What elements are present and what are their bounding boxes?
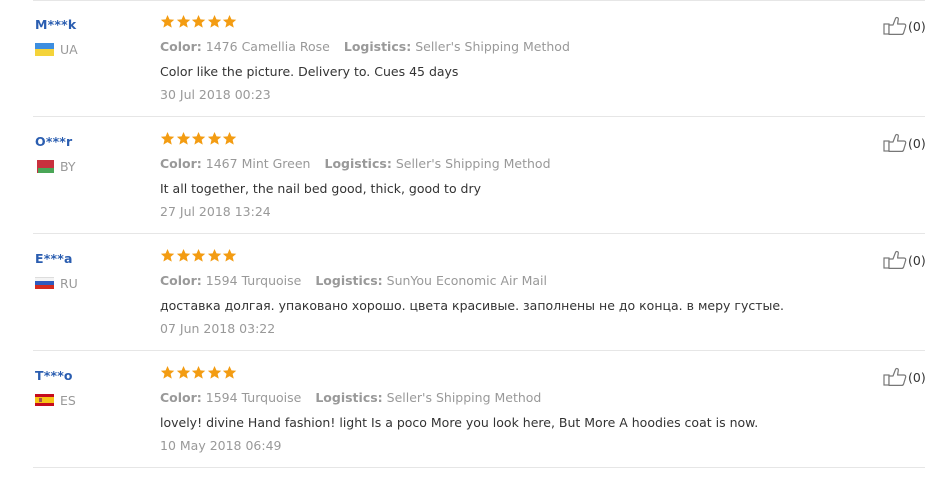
star-icon xyxy=(207,365,222,380)
review-item: T***o ES Color: 1594 Turquoise Logistics:… xyxy=(0,351,951,468)
color-value: 1594 Turquoise xyxy=(205,273,302,288)
buyer-name: T***o xyxy=(35,368,73,383)
logistics-value: SunYou Economic Air Mail xyxy=(386,273,547,288)
color-label: Color: xyxy=(160,390,202,405)
review-item: O***r BY Color: 1467 Mint Green Logistics… xyxy=(0,117,951,234)
star-icon xyxy=(160,14,175,29)
logistics-label: Logistics: xyxy=(343,39,412,54)
star-icon xyxy=(160,365,175,380)
review-text: Color like the picture. Delivery to. Cue… xyxy=(160,64,459,79)
color-label: Color: xyxy=(160,156,202,171)
review-text: It all together, the nail bed good, thic… xyxy=(160,181,482,196)
buyer-name: M***k xyxy=(35,17,77,32)
thumbs-up-icon[interactable] xyxy=(883,16,907,36)
order-info: Color: 1594 Turquoise Logistics: Seller's… xyxy=(160,390,541,405)
review-date: 10 May 2018 06:49 xyxy=(160,438,282,453)
thumbs-up-icon[interactable] xyxy=(883,133,907,153)
star-icon xyxy=(176,14,191,29)
spain-flag-icon xyxy=(35,393,54,407)
helpful-button[interactable]: (0) xyxy=(883,133,926,153)
buyer-country: UA xyxy=(35,41,78,57)
review-item: E***a RU Color: 1594 Turquoise Logistics:… xyxy=(0,234,951,351)
buyer-country: RU xyxy=(35,275,78,291)
ukraine-flag-icon xyxy=(35,42,54,56)
logistics-value: Seller's Shipping Method xyxy=(415,39,570,54)
helpful-button[interactable]: (0) xyxy=(883,250,926,270)
thumbs-up-icon[interactable] xyxy=(883,367,907,387)
review-divider xyxy=(33,467,925,468)
star-icon xyxy=(160,248,175,263)
star-rating xyxy=(160,131,238,146)
star-rating xyxy=(160,248,238,263)
buyer-country: BY xyxy=(35,158,76,174)
color-label: Color: xyxy=(160,39,202,54)
star-rating xyxy=(160,14,238,29)
buyer-name: E***a xyxy=(35,251,73,266)
star-icon xyxy=(176,365,191,380)
star-icon xyxy=(222,131,237,146)
review-text: lovely! divine Hand fashion! light Is a … xyxy=(160,415,759,430)
order-info: Color: 1476 Camellia Rose Logistics: Sell… xyxy=(160,39,570,54)
star-icon xyxy=(191,14,206,29)
color-value: 1467 Mint Green xyxy=(205,156,311,171)
color-label: Color: xyxy=(160,273,202,288)
country-code: ES xyxy=(60,392,76,408)
country-code: RU xyxy=(60,275,78,291)
star-icon xyxy=(222,365,237,380)
star-icon xyxy=(191,365,206,380)
helpful-count: (0) xyxy=(908,18,926,34)
helpful-count: (0) xyxy=(908,135,926,151)
order-info: Color: 1467 Mint Green Logistics: Seller'… xyxy=(160,156,551,171)
country-code: BY xyxy=(60,158,76,174)
star-rating xyxy=(160,365,238,380)
review-date: 07 Jun 2018 03:22 xyxy=(160,321,276,336)
logistics-label: Logistics: xyxy=(315,390,383,405)
star-icon xyxy=(191,131,206,146)
helpful-button[interactable]: (0) xyxy=(883,367,926,387)
logistics-value: Seller's Shipping Method xyxy=(386,390,542,405)
review-item: M***k UA Color: 1476 Camellia Rose Logist… xyxy=(0,0,951,117)
star-icon xyxy=(176,131,191,146)
review-date: 27 Jul 2018 13:24 xyxy=(160,204,271,219)
star-icon xyxy=(222,248,237,263)
star-icon xyxy=(207,14,222,29)
buyer-country: ES xyxy=(35,392,76,408)
star-icon xyxy=(176,248,191,263)
belarus-flag-icon xyxy=(35,159,54,173)
helpful-count: (0) xyxy=(908,252,926,268)
buyer-name: O***r xyxy=(35,134,73,149)
review-date: 30 Jul 2018 00:23 xyxy=(160,87,271,102)
star-icon xyxy=(207,131,222,146)
review-text: доставка долгая. упаковано хорошо. цвета… xyxy=(160,298,785,313)
star-icon xyxy=(191,248,206,263)
logistics-value: Seller's Shipping Method xyxy=(395,156,551,171)
star-icon xyxy=(160,131,175,146)
country-code: UA xyxy=(60,41,78,57)
helpful-count: (0) xyxy=(908,369,926,385)
helpful-button[interactable]: (0) xyxy=(883,16,926,36)
star-icon xyxy=(222,14,237,29)
order-info: Color: 1594 Turquoise Logistics: SunYou E… xyxy=(160,273,547,288)
star-icon xyxy=(207,248,222,263)
logistics-label: Logistics: xyxy=(315,273,383,288)
color-value: 1594 Turquoise xyxy=(205,390,302,405)
thumbs-up-icon[interactable] xyxy=(883,250,907,270)
logistics-label: Logistics: xyxy=(324,156,392,171)
russia-flag-icon xyxy=(35,276,54,290)
color-value: 1476 Camellia Rose xyxy=(205,39,330,54)
